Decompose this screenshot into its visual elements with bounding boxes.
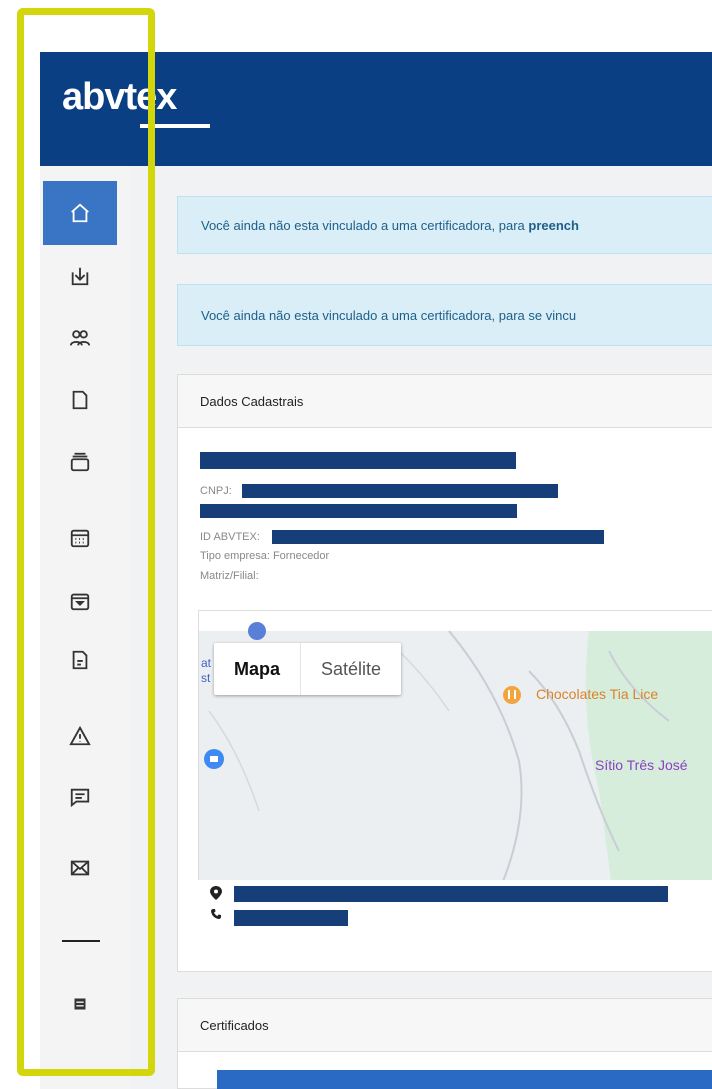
- redacted-company-name: [200, 452, 516, 469]
- warning-icon: [69, 725, 91, 746]
- sidebar-item-home[interactable]: [43, 181, 117, 245]
- sidebar-item-collapse[interactable]: [43, 973, 117, 1035]
- inbox-icon: [70, 452, 90, 472]
- certificados-table-header: [217, 1070, 712, 1089]
- chat-icon: [70, 788, 90, 808]
- matriz-filial: Matriz/Filial:: [200, 570, 259, 582]
- sidebar-item-users[interactable]: [43, 307, 117, 369]
- sidebar-divider: [62, 940, 100, 942]
- logo-underline: [140, 124, 210, 128]
- sidebar-item-warnings[interactable]: [43, 705, 117, 767]
- sidebar-item-documents[interactable]: [43, 369, 117, 431]
- phone-icon: [211, 909, 221, 919]
- location-pin-icon: [210, 886, 222, 900]
- cnpj-label: CNPJ:: [200, 485, 232, 497]
- poi-sitio[interactable]: Sítio Três José: [595, 757, 688, 773]
- redacted-cnpj: [242, 484, 558, 498]
- box-icon: [70, 593, 90, 611]
- alert-certificadora-preencher: Você ainda não esta vinculado a uma cert…: [177, 196, 712, 254]
- menu-list-icon: [74, 998, 86, 1010]
- id-abvtex-label: ID ABVTEX:: [200, 531, 260, 543]
- alert-text: Você ainda não esta vinculado a uma cert…: [201, 217, 529, 233]
- abvtex-logo[interactable]: abvtex: [62, 76, 177, 119]
- sidebar-item-messages[interactable]: [43, 766, 117, 828]
- document-icon: [72, 390, 88, 410]
- alert-text: Você ainda não esta vinculado a uma cert…: [201, 307, 577, 323]
- redacted-map-address: [234, 886, 668, 902]
- alert-bold-text: preench: [528, 217, 579, 233]
- panel-heading: Dados Cadastrais: [178, 375, 712, 428]
- download-icon: [71, 267, 89, 286]
- map-edge-label: at st: [201, 656, 212, 685]
- satellite-view-button[interactable]: Satélite: [300, 643, 401, 695]
- mail-icon: [70, 860, 90, 876]
- sidebar-item-inbox[interactable]: [43, 431, 117, 493]
- sidebar-item-report[interactable]: [43, 629, 117, 691]
- sidebar-item-box[interactable]: [43, 570, 117, 632]
- users-icon: [69, 330, 91, 346]
- alert-certificadora-vincular: Você ainda não esta vinculado a uma cert…: [177, 284, 712, 346]
- redacted-id: [272, 530, 604, 544]
- tipo-empresa: Tipo empresa: Fornecedor: [200, 550, 330, 562]
- panel-heading: Certificados: [178, 999, 712, 1052]
- map-view-button[interactable]: Mapa: [214, 643, 300, 695]
- calendar-icon: [70, 529, 90, 548]
- home-icon: [71, 203, 89, 223]
- redacted-address: [200, 504, 517, 518]
- sidebar-item-download[interactable]: [43, 245, 117, 307]
- poi-chocolates[interactable]: Chocolates Tia Lice: [536, 686, 658, 702]
- sidebar-item-mail[interactable]: [43, 837, 117, 899]
- sidebar-item-calendar[interactable]: [43, 507, 117, 569]
- map-type-toggle: Mapa Satélite: [214, 643, 402, 695]
- file-text-icon: [72, 650, 88, 670]
- redacted-phone: [234, 910, 348, 926]
